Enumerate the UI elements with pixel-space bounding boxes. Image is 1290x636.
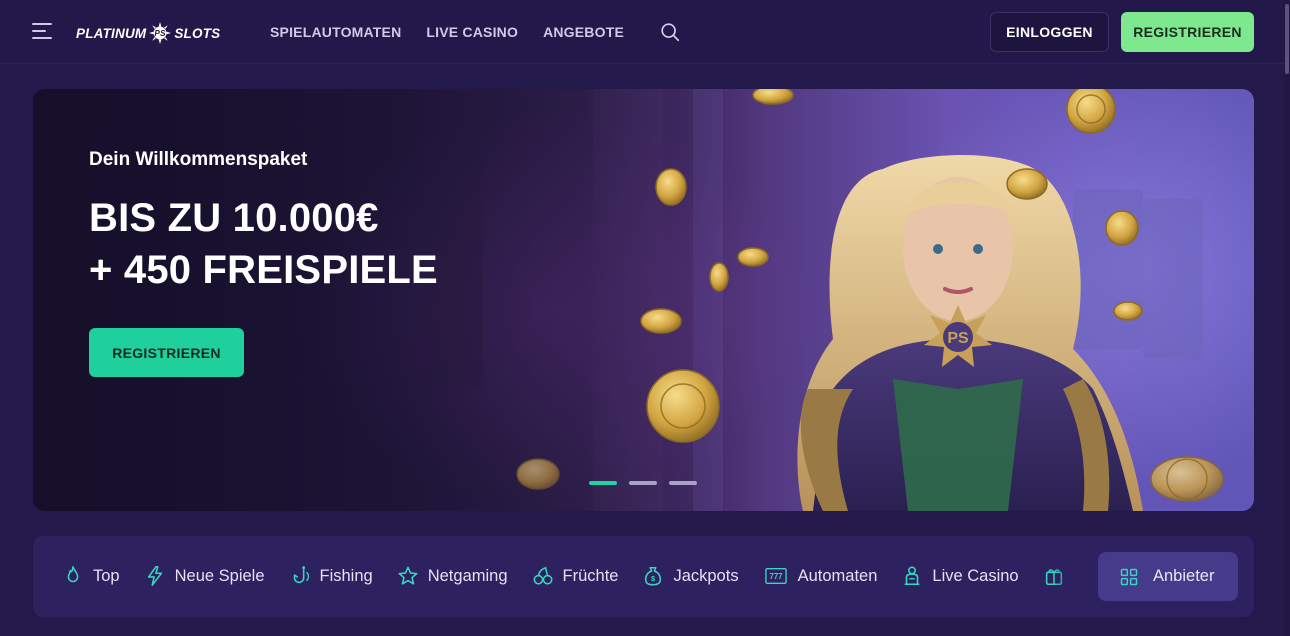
dealer-icon [905, 566, 920, 586]
hero-register-button[interactable]: REGISTRIEREN [89, 328, 244, 377]
category-live-casino[interactable]: Live Casino [901, 565, 1019, 587]
providers-button[interactable]: Anbieter [1098, 552, 1238, 601]
search-icon[interactable] [659, 21, 681, 43]
category-fishing[interactable]: Fishing [289, 565, 373, 587]
category-label: Top [93, 566, 120, 585]
svg-text:PS: PS [155, 29, 167, 38]
category-jackpots[interactable]: $ Jackpots [642, 565, 739, 587]
category-label: Fishing [319, 566, 373, 585]
category-netgaming[interactable]: Netgaming [397, 565, 508, 587]
fishing-hook-icon [293, 566, 309, 584]
svg-text:PS: PS [947, 330, 969, 347]
money-bag-icon: $ [645, 566, 662, 586]
hero-title-line-1: BIS ZU 10.000€ [89, 196, 379, 240]
lightning-icon [147, 566, 162, 586]
category-list: Top Neue Spiele Fishing Netgaming Frücht… [62, 563, 1098, 589]
providers-label: Anbieter [1153, 567, 1215, 585]
category-label: Jackpots [673, 566, 739, 585]
svg-text:$: $ [651, 574, 655, 583]
carousel-dot-3[interactable] [669, 481, 697, 485]
category-bar: Top Neue Spiele Fishing Netgaming Frücht… [33, 536, 1254, 617]
carousel-dot-2[interactable] [629, 481, 657, 485]
carousel-indicators [589, 481, 697, 485]
hamburger-menu-icon[interactable] [32, 23, 54, 41]
star-icon [398, 566, 418, 585]
hero-banner[interactable]: PS Dein Willkommenspaket BIS ZU 10.000€ … [33, 89, 1254, 511]
platinum-slots-logo[interactable]: PLATINUM PS SLOTS [76, 21, 220, 45]
svg-text:777: 777 [769, 572, 782, 581]
hero-title: BIS ZU 10.000€ + 450 FREISPIELE [89, 192, 438, 296]
carousel-dot-1[interactable] [589, 481, 617, 485]
login-button[interactable]: EINLOGGEN [990, 12, 1109, 52]
category-scroll-fade [1051, 560, 1103, 594]
main-nav: SPIELAUTOMATEN LIVE CASINO ANGEBOTE [270, 24, 624, 40]
logo-text-left: PLATINUM [76, 25, 147, 41]
hero-subtitle: Dein Willkommenspaket [89, 149, 308, 170]
logo-sun-icon: PS [149, 22, 172, 44]
category-automaten[interactable]: 777 Automaten [763, 565, 878, 587]
logo-text-right: SLOTS [174, 25, 221, 41]
category-fruechte[interactable]: Früchte [532, 565, 619, 587]
category-label: Netgaming [427, 566, 508, 585]
grid-icon [1120, 568, 1138, 585]
category-top[interactable]: Top [62, 565, 120, 587]
page-scrollbar[interactable] [1284, 0, 1290, 636]
triple-seven-icon: 777 [764, 567, 787, 585]
category-label: Neue Spiele [174, 566, 265, 585]
cherries-icon [533, 566, 553, 585]
flame-icon [67, 566, 79, 583]
nav-angebote[interactable]: ANGEBOTE [543, 24, 624, 40]
category-label: Automaten [797, 566, 878, 585]
category-label: Früchte [562, 566, 619, 585]
category-neue-spiele[interactable]: Neue Spiele [144, 565, 265, 587]
scrollbar-thumb[interactable] [1285, 4, 1289, 74]
register-button-header[interactable]: REGISTRIEREN [1121, 12, 1254, 52]
category-label: Live Casino [932, 566, 1019, 585]
hero-title-line-2: + 450 FREISPIELE [89, 248, 438, 292]
nav-spielautomaten[interactable]: SPIELAUTOMATEN [270, 24, 401, 40]
nav-live-casino[interactable]: LIVE CASINO [426, 24, 518, 40]
top-header: PLATINUM PS SLOTS SPIELAUTOMATEN LIVE CA… [0, 0, 1290, 64]
